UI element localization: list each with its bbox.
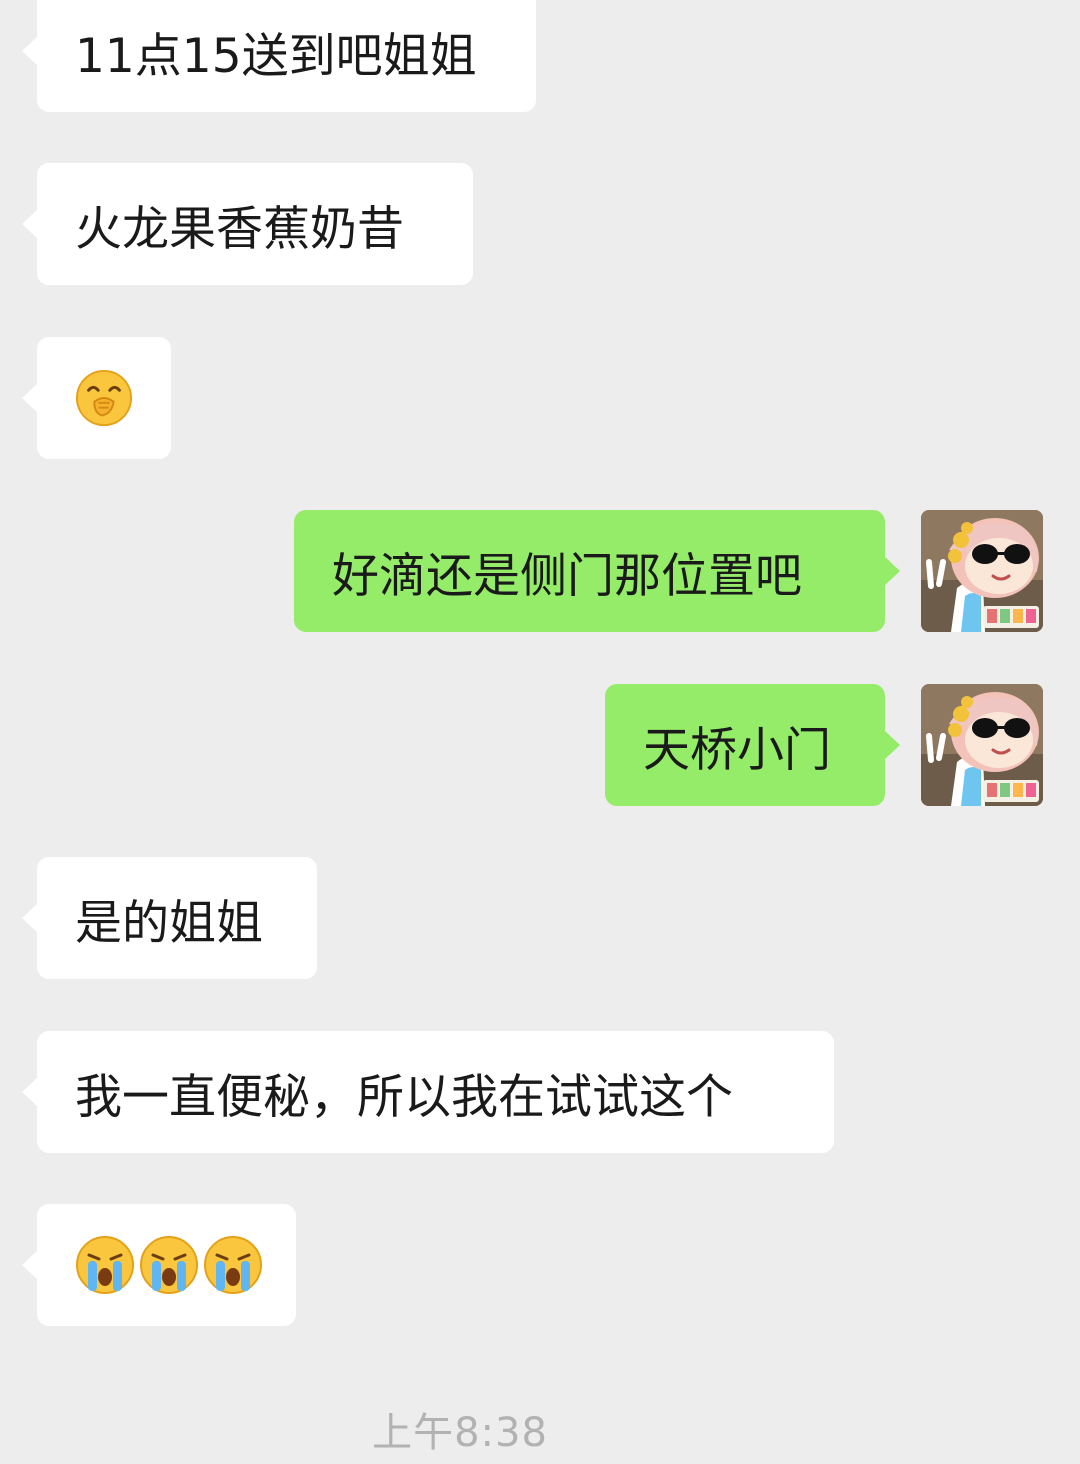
crying-emoji xyxy=(76,1236,134,1294)
avatar-image xyxy=(921,510,1043,632)
message-text: 11点15送到吧姐姐 xyxy=(75,28,477,84)
incoming-emoji-bubble[interactable] xyxy=(22,1204,296,1326)
message-timestamp: 上午8:38 xyxy=(372,1410,548,1456)
incoming-message-bubble[interactable]: 11点15送到吧姐姐 xyxy=(22,0,536,112)
message-text: 火龙果香蕉奶昔 xyxy=(75,201,404,257)
crying-emoji xyxy=(204,1236,262,1294)
message-text: 是的姐姐 xyxy=(75,895,263,951)
incoming-message-bubble[interactable]: 火龙果香蕉奶昔 xyxy=(22,163,473,285)
avatar-image xyxy=(921,684,1043,806)
incoming-message-bubble[interactable]: 我一直便秘，所以我在试试这个 xyxy=(22,1031,834,1153)
message-text: 好滴还是侧门那位置吧 xyxy=(332,548,802,604)
covering-mouth-laugh-emoji xyxy=(75,369,133,427)
incoming-message-bubble[interactable]: 是的姐姐 xyxy=(22,857,317,979)
outgoing-message-bubble[interactable]: 好滴还是侧门那位置吧 xyxy=(294,510,900,632)
user-avatar[interactable] xyxy=(921,684,1043,806)
message-text: 我一直便秘，所以我在试试这个 xyxy=(75,1069,733,1125)
incoming-emoji-bubble[interactable] xyxy=(22,337,171,459)
user-avatar[interactable] xyxy=(921,510,1043,632)
message-text: 天桥小门 xyxy=(643,722,831,778)
crying-emoji xyxy=(140,1236,198,1294)
outgoing-message-bubble[interactable]: 天桥小门 xyxy=(605,684,900,806)
